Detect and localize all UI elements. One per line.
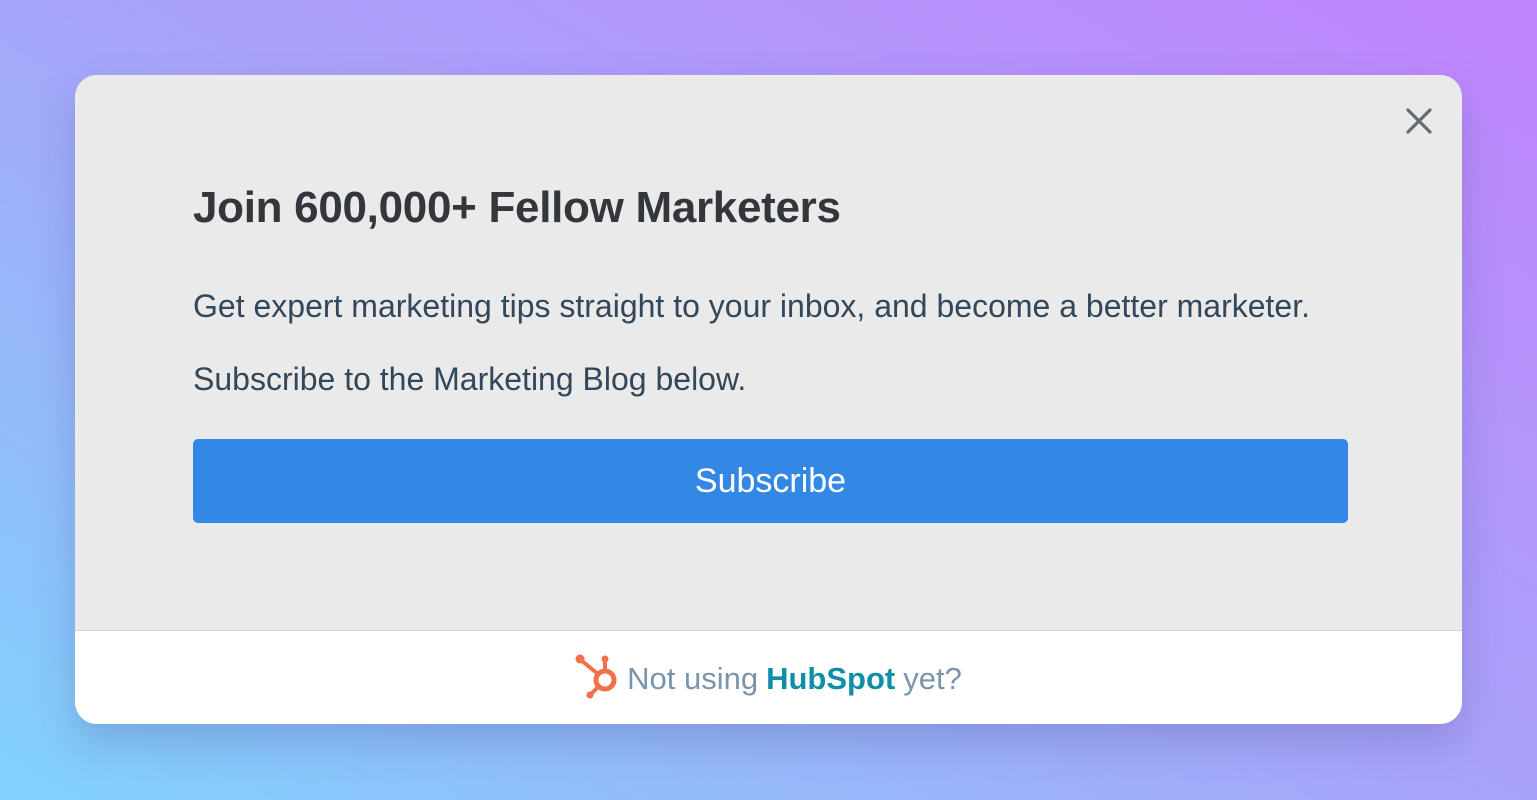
modal-description: Get expert marketing tips straight to yo… xyxy=(193,288,1310,397)
modal-title: Join 600,000+ Fellow Marketers xyxy=(193,183,841,232)
close-icon xyxy=(1406,108,1432,134)
footer-prefix-text: Not using xyxy=(627,660,759,696)
subscribe-button[interactable]: Subscribe xyxy=(193,439,1348,523)
hubspot-brand-text: HubSpot xyxy=(766,660,896,696)
hubspot-sprocket-icon xyxy=(575,651,621,707)
modal-footer: Not using HubSpot yet? xyxy=(75,631,1462,724)
footer-suffix-text: yet? xyxy=(903,660,962,696)
modal-body: Join 600,000+ Fellow Marketers Get exper… xyxy=(75,75,1462,630)
subscribe-modal: Join 600,000+ Fellow Marketers Get exper… xyxy=(75,75,1462,724)
hubspot-promo-link[interactable]: Not using HubSpot yet? xyxy=(575,651,962,707)
close-button[interactable] xyxy=(1403,105,1435,137)
